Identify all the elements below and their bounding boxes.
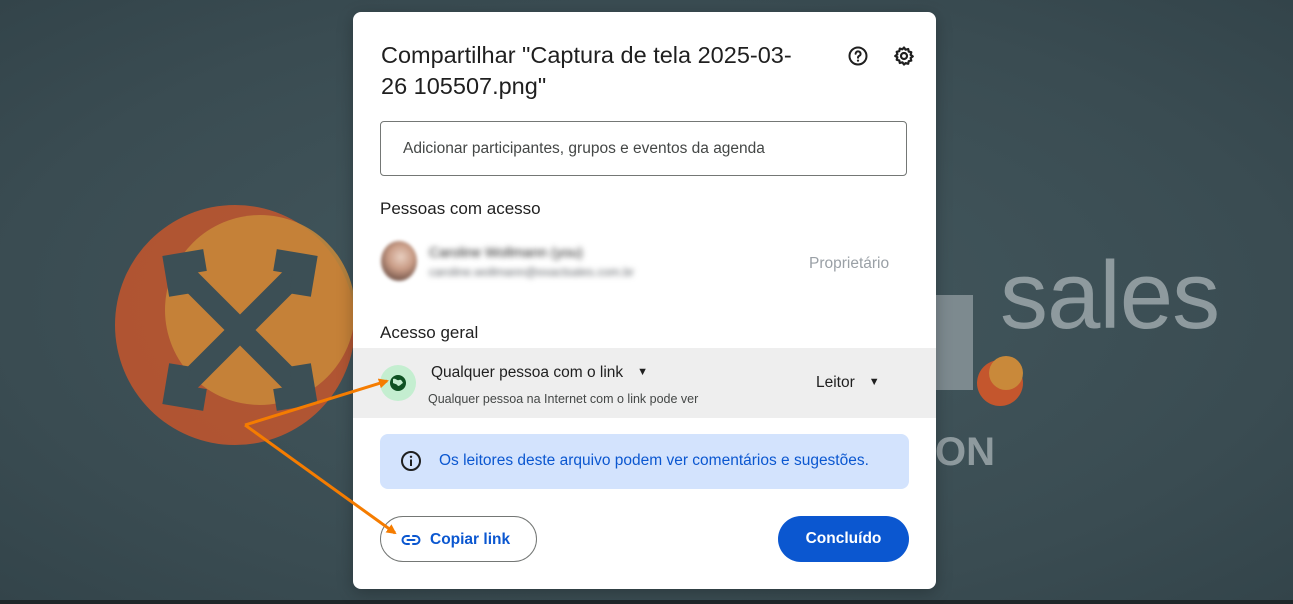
settings-button[interactable] <box>892 44 916 68</box>
copy-link-label: Copiar link <box>430 531 511 548</box>
role-value: Leitor <box>816 374 855 391</box>
avatar <box>381 241 417 281</box>
brand-suffix: sales <box>1000 242 1220 349</box>
bottom-edge <box>0 600 1293 604</box>
brand-partial-text: ON <box>935 430 995 474</box>
person-row-owner: Caroline Wollmann (you) caroline.wollman… <box>353 232 936 294</box>
copy-link-button[interactable]: Copiar link <box>380 516 537 562</box>
person-name: Caroline Wollmann (you) <box>429 244 583 260</box>
info-banner: Os leitores deste arquivo podem ver come… <box>380 434 909 489</box>
general-access-heading: Acesso geral <box>380 323 479 342</box>
caret-down-icon: ▼ <box>868 376 880 388</box>
owner-role-label: Proprietário <box>809 255 890 272</box>
person-email: caroline.wollmann@exactsales.com.br <box>429 265 634 279</box>
people-with-access-heading: Pessoas com acesso <box>380 199 541 218</box>
info-icon <box>401 451 421 471</box>
general-access-dropdown[interactable]: Qualquer pessoa com o link ▼ <box>431 364 648 382</box>
globe-icon-badge <box>380 365 416 401</box>
help-button[interactable] <box>846 44 870 68</box>
general-access-row: Qualquer pessoa com o link ▼ Qualquer pes… <box>353 348 936 418</box>
gear-icon <box>894 46 914 66</box>
brand-letter-t <box>935 295 973 390</box>
add-people-input[interactable] <box>380 121 907 176</box>
globe-icon <box>390 375 406 391</box>
role-dropdown[interactable]: Leitor ▼ <box>816 374 880 392</box>
brand-logo <box>110 200 360 465</box>
info-banner-text: Os leitores deste arquivo podem ver come… <box>439 452 869 469</box>
general-access-description: Qualquer pessoa na Internet com o link p… <box>428 392 699 406</box>
caret-down-icon: ▼ <box>637 366 649 378</box>
share-dialog: Compartilhar "Captura de tela 2025-03-26… <box>353 12 936 589</box>
general-access-option: Qualquer pessoa com o link <box>431 364 624 381</box>
brand-dot <box>977 356 1023 406</box>
done-button[interactable]: Concluído <box>778 516 909 562</box>
dialog-title: Compartilhar "Captura de tela 2025-03-26… <box>381 42 792 99</box>
link-icon <box>401 535 421 545</box>
help-circle-icon <box>848 46 868 66</box>
